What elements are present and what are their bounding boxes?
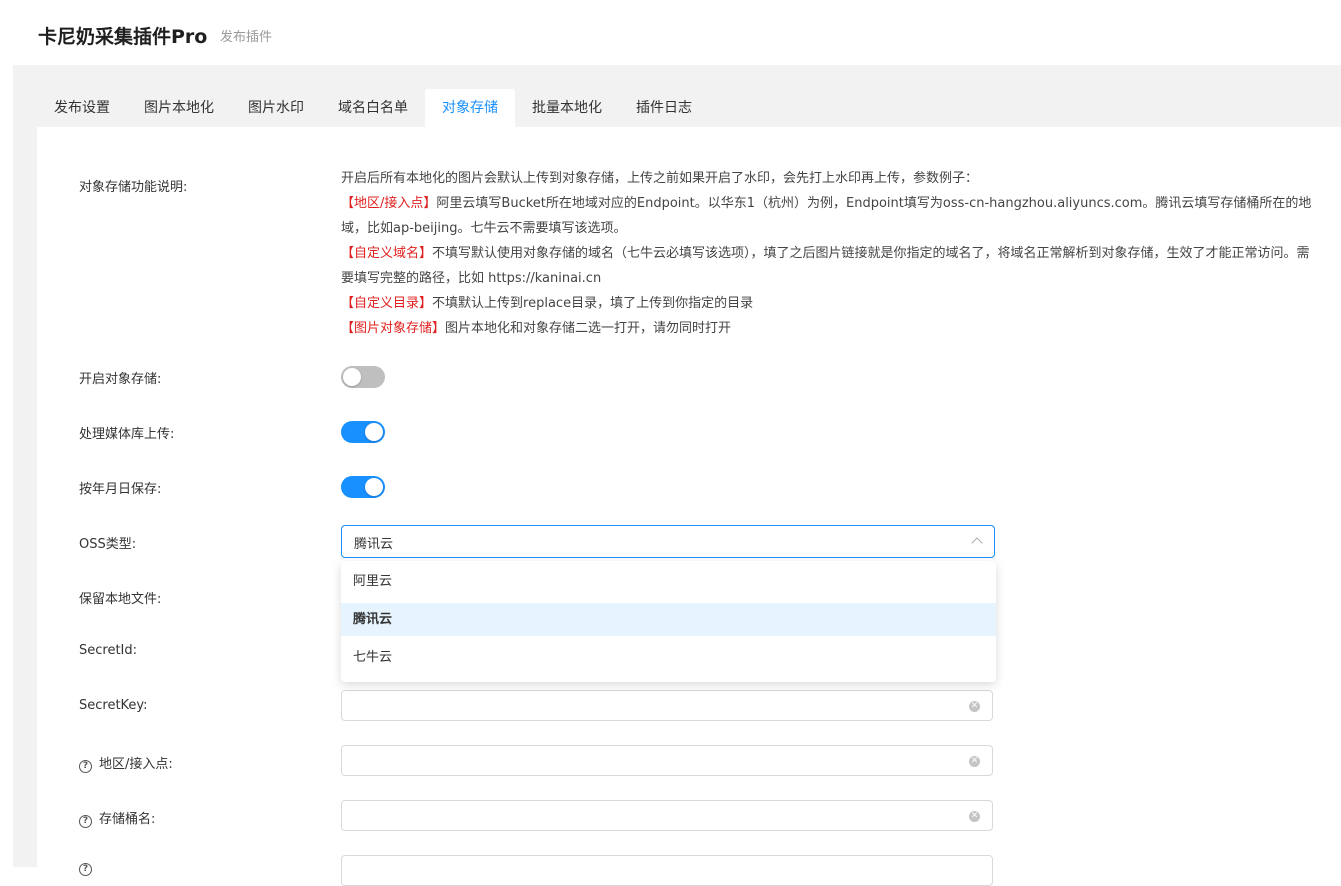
description-dir: 【自定义目录】不填默认上传到replace目录，填了上传到你指定的目录 [341,291,1316,316]
region-label-row: ? 地区/接入点: [79,753,173,773]
oss-type-label: OSS类型: [79,537,137,552]
close-circle-icon[interactable]: ✕ [969,701,980,712]
question-circle-icon[interactable]: ? [79,863,92,876]
description-region: 【地区/接入点】阿里云填写Bucket所在地域对应的Endpoint。以华东1（… [341,191,1316,241]
toggle-knob [343,368,361,386]
bracket-open: 【 [341,196,355,211]
question-circle-icon[interactable]: ? [79,760,92,773]
date-save-label: 按年月日保存: [79,482,162,497]
bucket-label-row: ? 存储桶名: [79,808,155,828]
region-text: 阿里云填写Bucket所在地域对应的Endpoint。以华东1（杭州）为例，En… [341,196,1312,236]
option-tencent[interactable]: 腾讯云 [341,603,996,636]
region-label: 地区/接入点: [99,757,173,772]
enable-oss-toggle[interactable] [341,366,385,388]
region-input[interactable]: ✕ [341,745,993,776]
question-circle-icon[interactable]: ? [79,815,92,828]
description-domain: 【自定义域名】不填写默认使用对象存储的域名（七牛云必填写该选项），填了之后图片链… [341,241,1316,291]
media-upload-toggle[interactable] [341,421,385,443]
tab-image-localize[interactable]: 图片本地化 [127,89,231,127]
oss-type-dropdown: 阿里云 腾讯云 七牛云 [341,561,996,682]
tab-domain-whitelist[interactable]: 域名白名单 [321,89,425,127]
bucket-input[interactable]: ✕ [341,800,993,831]
keep-local-label: 保留本地文件: [79,592,162,607]
close-circle-icon[interactable]: ✕ [969,756,980,767]
app-subtitle: 发布插件 [220,30,273,45]
tab-image-watermark[interactable]: 图片水印 [231,89,321,127]
secret-id-label: SecretId: [79,643,138,658]
secret-key-input[interactable]: ✕ [341,690,993,721]
domain-tag: 自定义域名 [354,246,420,261]
image-tag: 图片对象存储 [354,321,433,336]
description-text: 开启后所有本地化的图片会默认上传到对象存储，上传之前如果开启了水印，会先打上水印… [341,166,1316,341]
enable-oss-label: 开启对象存储: [79,372,162,387]
bracket-close: 】 [432,321,446,336]
toggle-knob [365,478,383,496]
description-image: 【图片对象存储】图片本地化和对象存储二选一打开，请勿同时打开 [341,316,1316,341]
bracket-open: 【 [341,296,355,311]
bracket-open: 【 [341,321,355,336]
next-row-label: ? [79,860,99,876]
domain-text: 不填写默认使用对象存储的域名（七牛云必填写该选项），填了之后图片链接就是你指定的… [341,246,1310,286]
dir-text: 不填默认上传到replace目录，填了上传到你指定的目录 [432,296,754,311]
description-label: 对象存储功能说明: [79,180,188,195]
secret-key-label: SecretKey: [79,698,148,713]
tab-object-storage[interactable]: 对象存储 [425,89,515,127]
image-text: 图片本地化和对象存储二选一打开，请勿同时打开 [445,321,732,336]
tab-plugin-log[interactable]: 插件日志 [619,89,709,127]
bracket-open: 【 [341,246,355,261]
next-input[interactable] [341,855,993,886]
media-upload-label: 处理媒体库上传: [79,427,175,442]
bracket-close: 】 [419,246,433,261]
tab-publish-settings[interactable]: 发布设置 [37,89,127,127]
date-save-toggle[interactable] [341,476,385,498]
tab-bar: 发布设置 图片本地化 图片水印 域名白名单 对象存储 批量本地化 插件日志 [37,89,709,127]
close-circle-icon[interactable]: ✕ [969,811,980,822]
description-line-1: 开启后所有本地化的图片会默认上传到对象存储，上传之前如果开启了水印，会先打上水印… [341,171,979,186]
bracket-close: 】 [423,196,437,211]
region-tag: 地区/接入点 [354,196,424,211]
oss-type-select[interactable]: 腾讯云 [341,525,995,558]
app-header: 卡尼奶采集插件Pro 发布插件 [0,0,1341,65]
bucket-label: 存储桶名: [99,812,156,827]
oss-type-selected-value: 腾讯云 [354,537,394,552]
dir-tag: 自定义目录 [354,296,420,311]
bracket-close: 】 [419,296,433,311]
toggle-knob [365,423,383,441]
app-title: 卡尼奶采集插件Pro [38,26,208,48]
option-aliyun[interactable]: 阿里云 [341,565,996,598]
tab-batch-localize[interactable]: 批量本地化 [515,89,619,127]
chevron-up-icon [971,537,983,549]
option-qiniu[interactable]: 七牛云 [341,641,996,674]
